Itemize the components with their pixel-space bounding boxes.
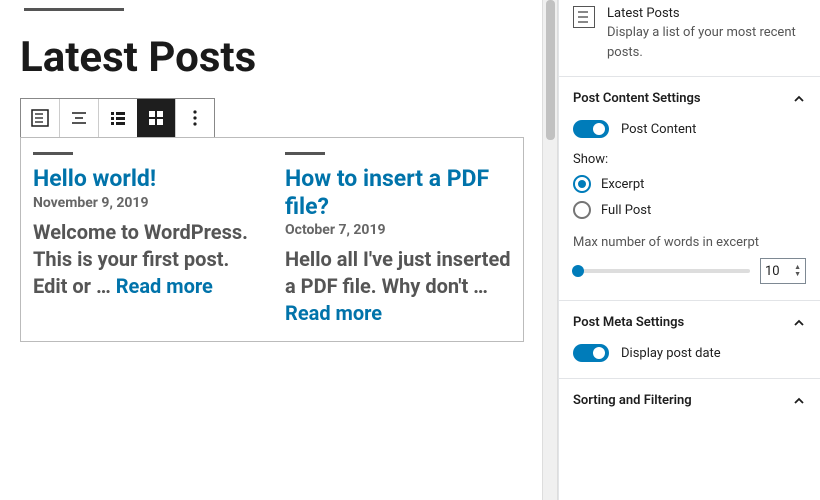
radio-full-post[interactable]: Full Post [573,201,806,219]
panel-post-content-settings[interactable]: Post Content Settings [559,76,820,120]
post-rule [33,152,73,155]
scrollbar[interactable] [542,0,558,500]
read-more-link[interactable]: Read more [285,301,382,325]
max-words-input[interactable]: 10 ▲▼ [760,258,806,284]
post-item: Hello world! November 9, 2019 Welcome to… [27,152,265,327]
radio-label: Full Post [601,203,651,218]
post-date: October 7, 2019 [285,222,511,238]
chevron-up-icon [792,92,806,106]
grid-view-button[interactable] [137,99,175,137]
post-title-link[interactable]: Hello world! [33,165,259,193]
panel-post-meta-settings[interactable]: Post Meta Settings [559,300,820,344]
chevron-up-icon [792,394,806,408]
inspector-sidebar: Latest Posts Display a list of your most… [558,0,820,500]
radio-icon [573,201,591,219]
panel-title: Post Content Settings [573,91,701,106]
panel-body-meta: Display post date [559,344,820,378]
radio-icon [573,175,591,193]
post-title-link[interactable]: How to insert a PDF file? [285,165,511,220]
list-view-button[interactable] [99,99,137,137]
sidebar-region: Latest Posts Display a list of your most… [542,0,820,500]
radio-label: Excerpt [601,177,644,192]
scrollbar-thumb[interactable] [546,0,555,140]
block-toolbar [20,98,215,138]
block-description: Latest Posts Display a list of your most… [559,0,820,76]
post-excerpt: Hello all I've just inserted a PDF file.… [285,246,511,327]
align-button[interactable] [60,99,98,137]
max-words-slider[interactable] [573,269,750,273]
panel-sorting-filtering[interactable]: Sorting and Filtering [559,378,820,422]
post-excerpt: Welcome to WordPress. This is your first… [33,219,259,300]
display-post-date-toggle[interactable] [573,344,609,362]
max-words-label: Max number of words in excerpt [573,235,806,250]
post-excerpt-text: Hello all I've just inserted a PDF file.… [285,247,511,298]
read-more-link[interactable]: Read more [116,274,213,298]
chevron-up-icon [792,316,806,330]
more-options-button[interactable] [176,99,214,137]
toggle-label: Display post date [621,346,721,361]
block-type-icon[interactable] [21,99,59,137]
post-rule [285,152,325,155]
show-label: Show: [573,152,806,167]
max-words-value: 10 [765,264,780,279]
radio-excerpt[interactable]: Excerpt [573,175,806,193]
panel-body-content: Post Content Show: Excerpt Full Post Max… [559,120,820,300]
block-name: Latest Posts [607,6,806,21]
block-description-text: Display a list of your most recent posts… [607,23,806,62]
post-date: November 9, 2019 [33,195,259,211]
post-item: How to insert a PDF file? October 7, 201… [279,152,517,327]
toggle-label: Post Content [621,122,696,137]
number-stepper-arrows[interactable]: ▲▼ [794,264,801,278]
latest-posts-icon [573,6,595,28]
post-content-toggle[interactable] [573,120,609,138]
panel-title: Sorting and Filtering [573,393,692,408]
panel-title: Post Meta Settings [573,315,684,330]
page-title[interactable]: Latest Posts [20,33,522,82]
latest-posts-block[interactable]: Hello world! November 9, 2019 Welcome to… [20,137,524,342]
editor-canvas: Latest Posts Hello world! November 9, 20… [0,0,542,500]
separator-block [24,8,124,11]
